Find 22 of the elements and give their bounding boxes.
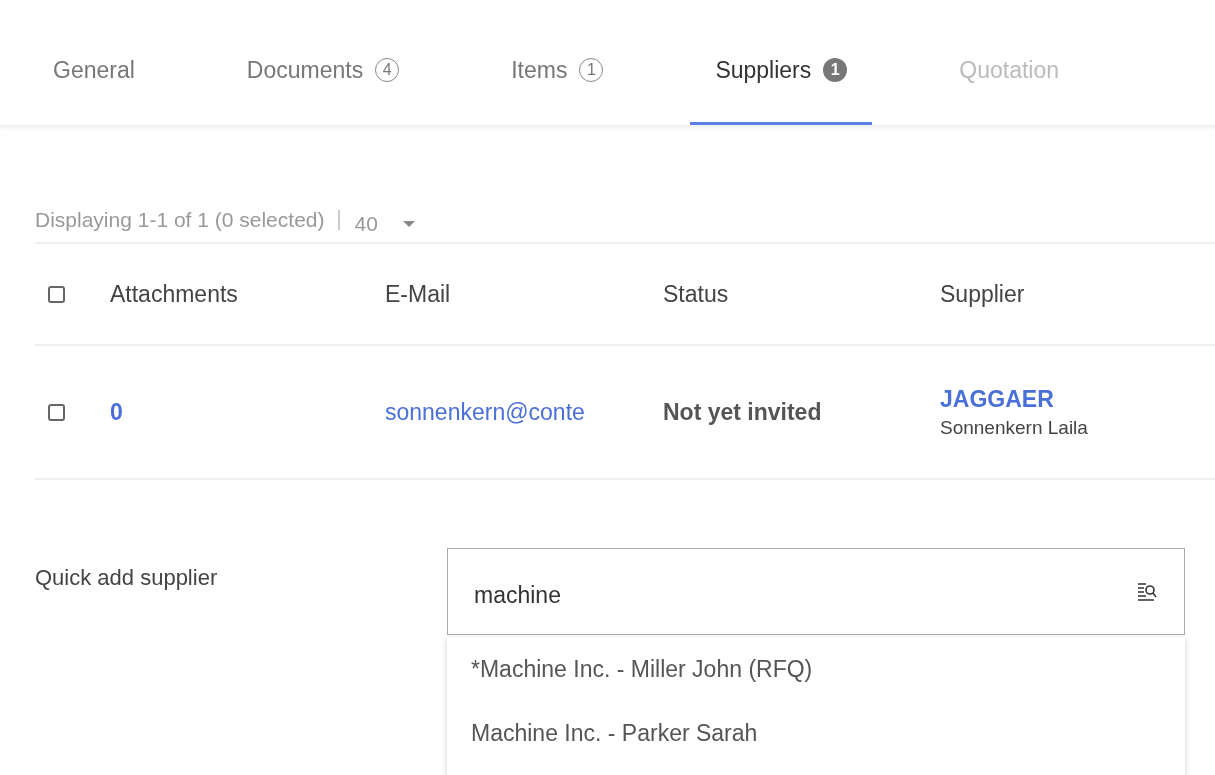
checkbox[interactable] [48, 285, 65, 303]
count-badge: 1 [823, 58, 848, 82]
paging-summary: Displaying 1-1 of 1 (0 selected) [35, 207, 325, 232]
column-header[interactable]: Supplier [940, 280, 1215, 308]
attachments-link[interactable]: 0 [110, 398, 385, 426]
tab[interactable]: Suppliers 1 [690, 15, 873, 125]
tab[interactable]: General [28, 15, 160, 125]
email-link[interactable]: sonnenkern@conte [385, 398, 663, 426]
suggestion-item[interactable]: *Machine Inc. - Miller John (RFQ) [447, 637, 1185, 701]
checkbox[interactable] [48, 403, 65, 421]
column-header[interactable]: E-Mail [385, 280, 663, 308]
tab[interactable]: Items 1 [486, 15, 629, 125]
table-cell-text: Not yet invited [663, 398, 823, 426]
column-header[interactable]: Status [663, 280, 940, 308]
field-label: Quick add supplier [35, 564, 219, 592]
column-header[interactable]: Attachments [110, 280, 385, 308]
suggestion-item[interactable]: Machine Inc. - Parker Sarah [447, 701, 1185, 765]
contact-name: Sonnenkern Laila [940, 416, 1089, 439]
supplier-link[interactable]: JAGGAER [940, 385, 1215, 413]
tab[interactable]: Documents 4 [221, 15, 425, 125]
search-field[interactable]: machine [447, 548, 1185, 635]
caret-icon [401, 219, 416, 228]
